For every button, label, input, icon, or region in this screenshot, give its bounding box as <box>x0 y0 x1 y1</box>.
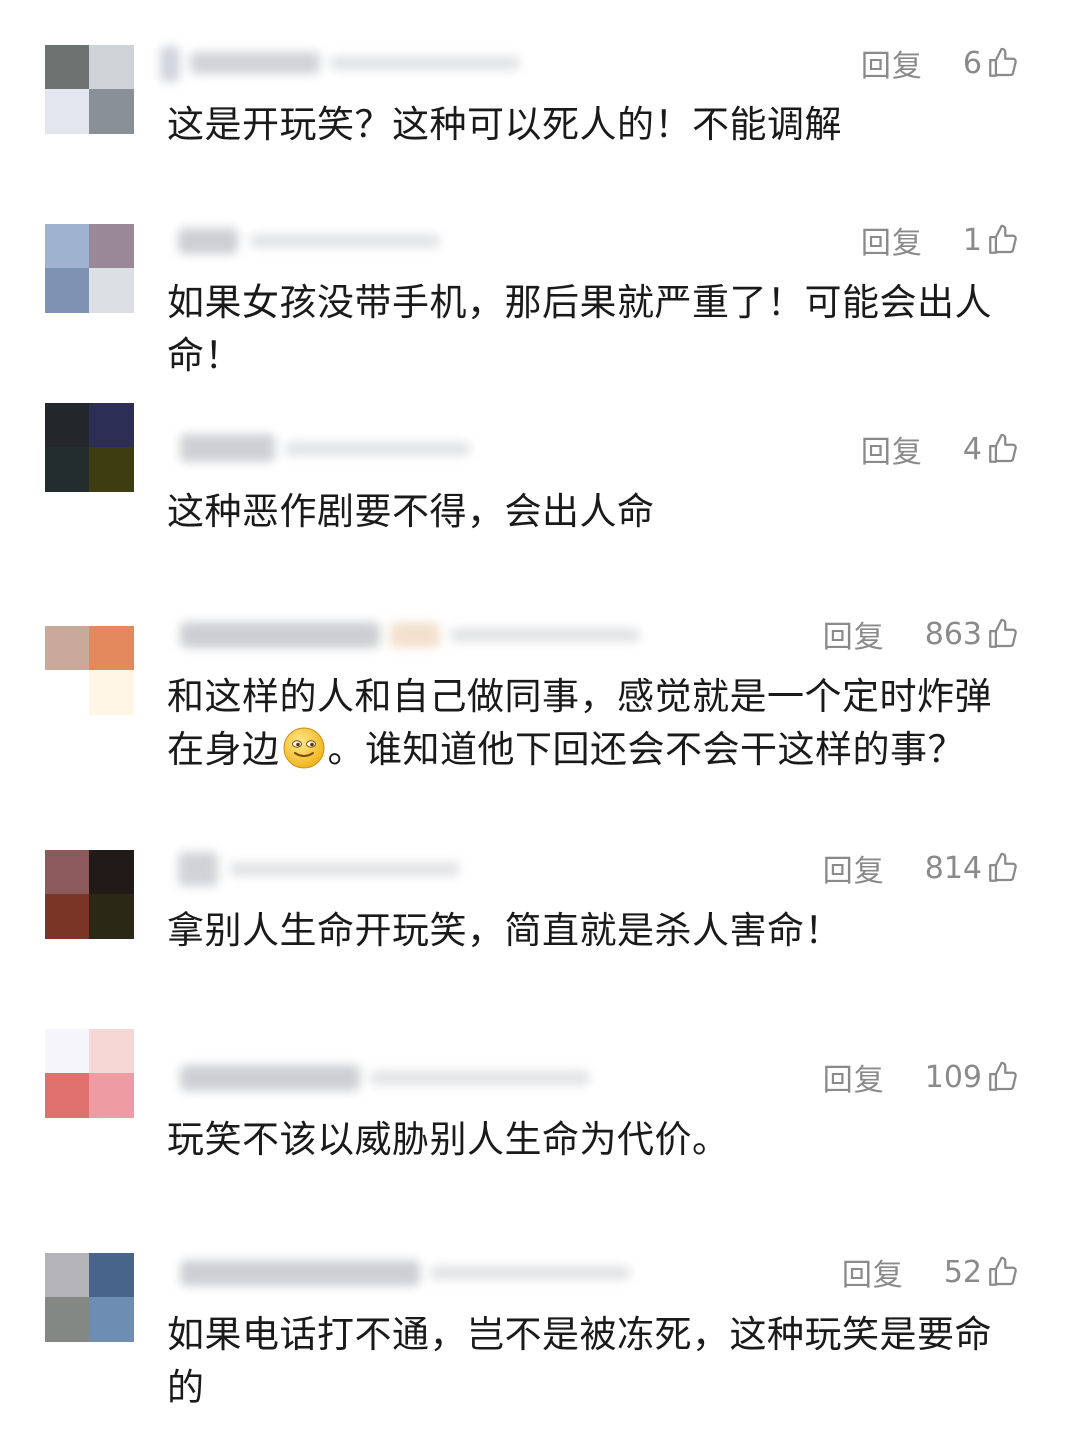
blurred-username[interactable] <box>160 614 650 658</box>
avatar-pixel <box>45 45 89 89</box>
like-button[interactable]: 4 <box>963 432 1020 467</box>
comment-text: 拿别人生命开玩笑，简直就是杀人害命！ <box>167 909 842 952</box>
comment-text: 如果电话打不通，岂不是被冻死，这种玩笑是要命的 <box>167 1313 992 1409</box>
thumbs-up-icon <box>989 47 1017 77</box>
avatar-pixel <box>45 1253 89 1297</box>
like-button[interactable]: 863 <box>925 617 1020 652</box>
comment-text: 这是开玩笑？这种可以死人的！不能调解 <box>167 103 842 146</box>
comment-text: 和这样的人和自己做同事，感觉就是一个定时炸弹在身边 。谁知道他下回还会不会干这样的… <box>167 670 1027 776</box>
avatar-pixel <box>45 626 89 670</box>
reply-button[interactable]: 回复 <box>842 1250 904 1294</box>
blurred-username[interactable] <box>160 1057 600 1101</box>
avatar-pixel <box>45 89 89 134</box>
like-count: 1 <box>962 222 982 258</box>
like-button[interactable]: 814 <box>925 851 1020 886</box>
comment-actions: 回复 4 <box>861 427 1020 471</box>
comment-actions: 回复 1 <box>861 218 1020 262</box>
comment-actions: 回复 52 <box>842 1250 1020 1294</box>
avatar-pixel <box>45 1297 89 1342</box>
blurred-username[interactable] <box>160 42 530 86</box>
avatar-pixel <box>89 447 134 492</box>
avatar-pixel <box>89 224 134 268</box>
comment-text: 这种恶作剧要不得，会出人命 <box>167 490 655 533</box>
avatar-pixel <box>89 268 134 313</box>
blurred-username[interactable] <box>160 428 480 472</box>
avatar-pixel <box>89 850 134 894</box>
comment-text-part: 。谁知道他下回还会不会干这样的事？ <box>327 728 965 771</box>
comment-text: 玩笑不该以威胁别人生命为代价。 <box>167 1118 730 1161</box>
like-count: 109 <box>924 1059 982 1095</box>
blurred-username[interactable] <box>160 1252 640 1296</box>
avatar-pixel <box>89 894 134 939</box>
avatar-pixel <box>89 1029 134 1073</box>
avatar-pixel <box>45 850 89 894</box>
avatar-pixel <box>89 403 134 447</box>
like-count: 52 <box>943 1254 982 1290</box>
avatar[interactable] <box>45 1253 134 1342</box>
thumbs-up-icon <box>989 433 1017 463</box>
thumbs-up-icon <box>989 852 1017 882</box>
like-count: 814 <box>924 850 982 886</box>
reply-button[interactable]: 回复 <box>823 846 885 890</box>
like-button[interactable]: 1 <box>963 223 1020 258</box>
avatar-pixel <box>45 268 89 313</box>
avatar-pixel <box>45 670 89 715</box>
avatar-pixel <box>45 403 89 447</box>
avatar-pixel <box>89 1253 134 1297</box>
thumbs-up-icon <box>989 224 1017 254</box>
comment-text: 如果女孩没带手机，那后果就严重了！可能会出人命！ <box>167 281 992 377</box>
like-button[interactable]: 52 <box>944 1255 1020 1290</box>
thumbs-up-icon <box>989 1256 1017 1286</box>
like-count: 863 <box>924 616 982 652</box>
comment-actions: 回复 109 <box>823 1055 1020 1099</box>
reply-button[interactable]: 回复 <box>823 1055 885 1099</box>
avatar-pixel <box>89 1297 134 1342</box>
thumbs-up-icon <box>989 1061 1017 1091</box>
avatar[interactable] <box>45 1029 134 1118</box>
avatar-pixel <box>89 1073 134 1118</box>
avatar-pixel <box>89 45 134 89</box>
reply-button[interactable]: 回复 <box>861 218 923 262</box>
avatar-pixel <box>89 670 134 715</box>
avatar[interactable] <box>45 626 134 715</box>
blurred-username[interactable] <box>160 848 470 892</box>
avatar[interactable] <box>45 850 134 939</box>
comment-actions: 回复 6 <box>861 41 1020 85</box>
avatar-pixel <box>89 89 134 134</box>
like-count: 6 <box>962 45 982 81</box>
reply-button[interactable]: 回复 <box>823 612 885 656</box>
avatar[interactable] <box>45 224 134 313</box>
avatar-pixel <box>89 626 134 670</box>
comment-actions: 回复 863 <box>823 612 1020 656</box>
reply-button[interactable]: 回复 <box>861 427 923 471</box>
avatar-pixel <box>45 447 89 492</box>
blurred-username[interactable] <box>160 220 450 264</box>
avatar-pixel <box>45 1073 89 1118</box>
avatar-pixel <box>45 894 89 939</box>
like-button[interactable]: 6 <box>963 46 1020 81</box>
avatar-pixel <box>45 1029 89 1073</box>
comment-actions: 回复 814 <box>823 846 1020 890</box>
thumbs-up-icon <box>989 618 1017 648</box>
like-count: 4 <box>962 431 982 467</box>
avatar[interactable] <box>45 403 134 492</box>
like-button[interactable]: 109 <box>925 1060 1020 1095</box>
avatar[interactable] <box>45 45 134 134</box>
reply-button[interactable]: 回复 <box>861 41 923 85</box>
smiling-face-emoji-icon <box>283 727 324 769</box>
avatar-pixel <box>45 224 89 268</box>
